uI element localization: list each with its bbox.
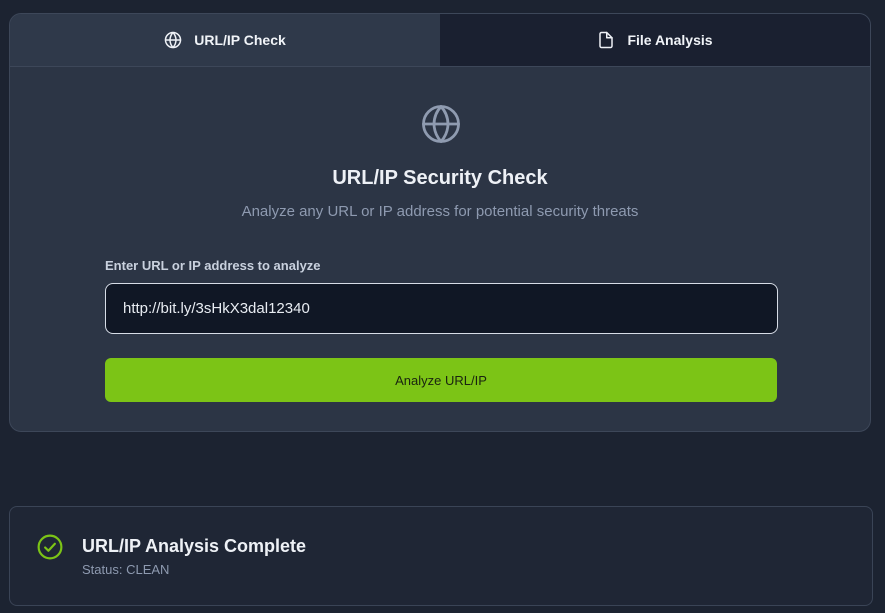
result-card: URL/IP Analysis Complete Status: CLEAN xyxy=(9,506,873,606)
globe-icon xyxy=(164,31,182,49)
page-subtitle: Analyze any URL or IP address for potent… xyxy=(241,203,639,220)
security-check-card: URL/IP Check File Analysis URL/IP Securi… xyxy=(9,13,871,432)
result-title: URL/IP Analysis Complete xyxy=(82,536,307,556)
tab-label: File Analysis xyxy=(627,32,713,48)
page-title: URL/IP Security Check xyxy=(332,167,548,189)
file-icon xyxy=(597,31,615,49)
tab-file-analysis[interactable]: File Analysis xyxy=(440,14,870,66)
url-input-label: Enter URL or IP address to analyze xyxy=(105,258,321,273)
tab-bar: URL/IP Check File Analysis xyxy=(10,14,870,67)
analyze-button[interactable]: Analyze URL/IP xyxy=(105,358,777,402)
globe-icon xyxy=(420,103,462,145)
tab-url-ip-check[interactable]: URL/IP Check xyxy=(10,14,440,66)
url-input[interactable] xyxy=(105,283,778,334)
result-status: Status: CLEAN xyxy=(82,562,170,577)
tab-label: URL/IP Check xyxy=(194,32,286,48)
check-circle-icon xyxy=(37,534,63,560)
